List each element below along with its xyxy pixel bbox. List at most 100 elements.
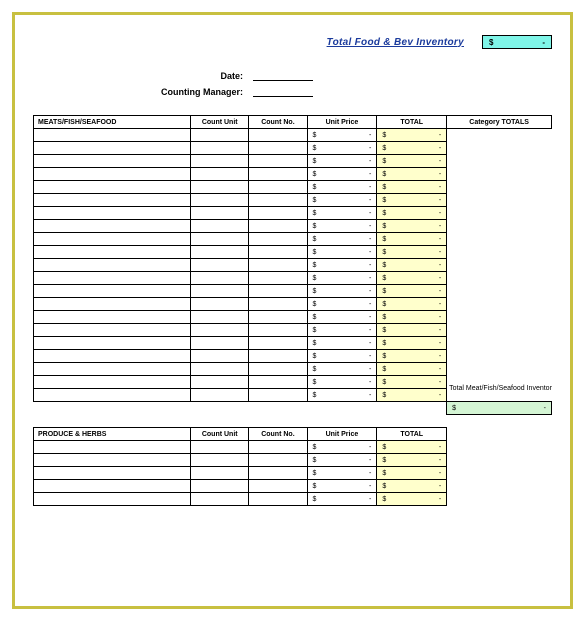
count-unit-cell[interactable] (191, 285, 249, 298)
item-cell[interactable] (34, 181, 191, 194)
count-no-cell[interactable] (249, 129, 307, 142)
item-cell[interactable] (34, 220, 191, 233)
count-unit-cell[interactable] (191, 233, 249, 246)
count-unit-cell[interactable] (191, 493, 249, 506)
unit-price-cell[interactable]: $- (307, 155, 377, 168)
item-cell[interactable] (34, 441, 191, 454)
count-no-cell[interactable] (249, 285, 307, 298)
item-cell[interactable] (34, 298, 191, 311)
count-no-cell[interactable] (249, 324, 307, 337)
count-unit-cell[interactable] (191, 168, 249, 181)
unit-price-cell[interactable]: $- (307, 493, 377, 506)
item-cell[interactable] (34, 311, 191, 324)
count-no-cell[interactable] (249, 311, 307, 324)
count-no-cell[interactable] (249, 376, 307, 389)
item-cell[interactable] (34, 233, 191, 246)
unit-price-cell[interactable]: $- (307, 194, 377, 207)
count-no-cell[interactable] (249, 363, 307, 376)
unit-price-cell[interactable]: $- (307, 363, 377, 376)
item-cell[interactable] (34, 168, 191, 181)
item-cell[interactable] (34, 389, 191, 402)
count-no-cell[interactable] (249, 142, 307, 155)
count-no-cell[interactable] (249, 467, 307, 480)
unit-price-cell[interactable]: $- (307, 480, 377, 493)
item-cell[interactable] (34, 246, 191, 259)
count-unit-cell[interactable] (191, 155, 249, 168)
unit-price-cell[interactable]: $- (307, 220, 377, 233)
count-unit-cell[interactable] (191, 220, 249, 233)
count-no-cell[interactable] (249, 272, 307, 285)
unit-price-cell[interactable]: $- (307, 376, 377, 389)
unit-price-cell[interactable]: $- (307, 233, 377, 246)
count-unit-cell[interactable] (191, 389, 249, 402)
count-unit-cell[interactable] (191, 311, 249, 324)
unit-price-cell[interactable]: $- (307, 298, 377, 311)
count-unit-cell[interactable] (191, 454, 249, 467)
unit-price-cell[interactable]: $- (307, 441, 377, 454)
unit-price-cell[interactable]: $- (307, 181, 377, 194)
unit-price-cell[interactable]: $- (307, 324, 377, 337)
date-input-line[interactable] (253, 69, 313, 81)
count-unit-cell[interactable] (191, 467, 249, 480)
count-unit-cell[interactable] (191, 337, 249, 350)
count-no-cell[interactable] (249, 337, 307, 350)
count-no-cell[interactable] (249, 493, 307, 506)
count-no-cell[interactable] (249, 194, 307, 207)
count-no-cell[interactable] (249, 181, 307, 194)
count-unit-cell[interactable] (191, 376, 249, 389)
unit-price-cell[interactable]: $- (307, 246, 377, 259)
unit-price-cell[interactable]: $- (307, 272, 377, 285)
item-cell[interactable] (34, 480, 191, 493)
count-unit-cell[interactable] (191, 363, 249, 376)
item-cell[interactable] (34, 129, 191, 142)
unit-price-cell[interactable]: $- (307, 311, 377, 324)
count-no-cell[interactable] (249, 246, 307, 259)
count-unit-cell[interactable] (191, 194, 249, 207)
unit-price-cell[interactable]: $- (307, 467, 377, 480)
item-cell[interactable] (34, 493, 191, 506)
item-cell[interactable] (34, 337, 191, 350)
item-cell[interactable] (34, 207, 191, 220)
item-cell[interactable] (34, 363, 191, 376)
count-no-cell[interactable] (249, 454, 307, 467)
unit-price-cell[interactable]: $- (307, 285, 377, 298)
count-no-cell[interactable] (249, 233, 307, 246)
item-cell[interactable] (34, 155, 191, 168)
unit-price-cell[interactable]: $- (307, 168, 377, 181)
count-no-cell[interactable] (249, 220, 307, 233)
manager-input-line[interactable] (253, 85, 313, 97)
item-cell[interactable] (34, 467, 191, 480)
unit-price-cell[interactable]: $- (307, 337, 377, 350)
count-unit-cell[interactable] (191, 350, 249, 363)
count-no-cell[interactable] (249, 389, 307, 402)
count-unit-cell[interactable] (191, 441, 249, 454)
count-no-cell[interactable] (249, 168, 307, 181)
count-unit-cell[interactable] (191, 298, 249, 311)
count-no-cell[interactable] (249, 441, 307, 454)
unit-price-cell[interactable]: $- (307, 259, 377, 272)
count-no-cell[interactable] (249, 259, 307, 272)
item-cell[interactable] (34, 285, 191, 298)
item-cell[interactable] (34, 376, 191, 389)
count-no-cell[interactable] (249, 350, 307, 363)
count-no-cell[interactable] (249, 480, 307, 493)
item-cell[interactable] (34, 324, 191, 337)
unit-price-cell[interactable]: $- (307, 350, 377, 363)
unit-price-cell[interactable]: $- (307, 207, 377, 220)
count-no-cell[interactable] (249, 298, 307, 311)
unit-price-cell[interactable]: $- (307, 454, 377, 467)
count-unit-cell[interactable] (191, 129, 249, 142)
count-unit-cell[interactable] (191, 142, 249, 155)
item-cell[interactable] (34, 194, 191, 207)
item-cell[interactable] (34, 454, 191, 467)
count-unit-cell[interactable] (191, 272, 249, 285)
unit-price-cell[interactable]: $- (307, 389, 377, 402)
count-no-cell[interactable] (249, 155, 307, 168)
unit-price-cell[interactable]: $- (307, 129, 377, 142)
item-cell[interactable] (34, 259, 191, 272)
count-unit-cell[interactable] (191, 246, 249, 259)
count-unit-cell[interactable] (191, 207, 249, 220)
item-cell[interactable] (34, 142, 191, 155)
unit-price-cell[interactable]: $- (307, 142, 377, 155)
item-cell[interactable] (34, 272, 191, 285)
